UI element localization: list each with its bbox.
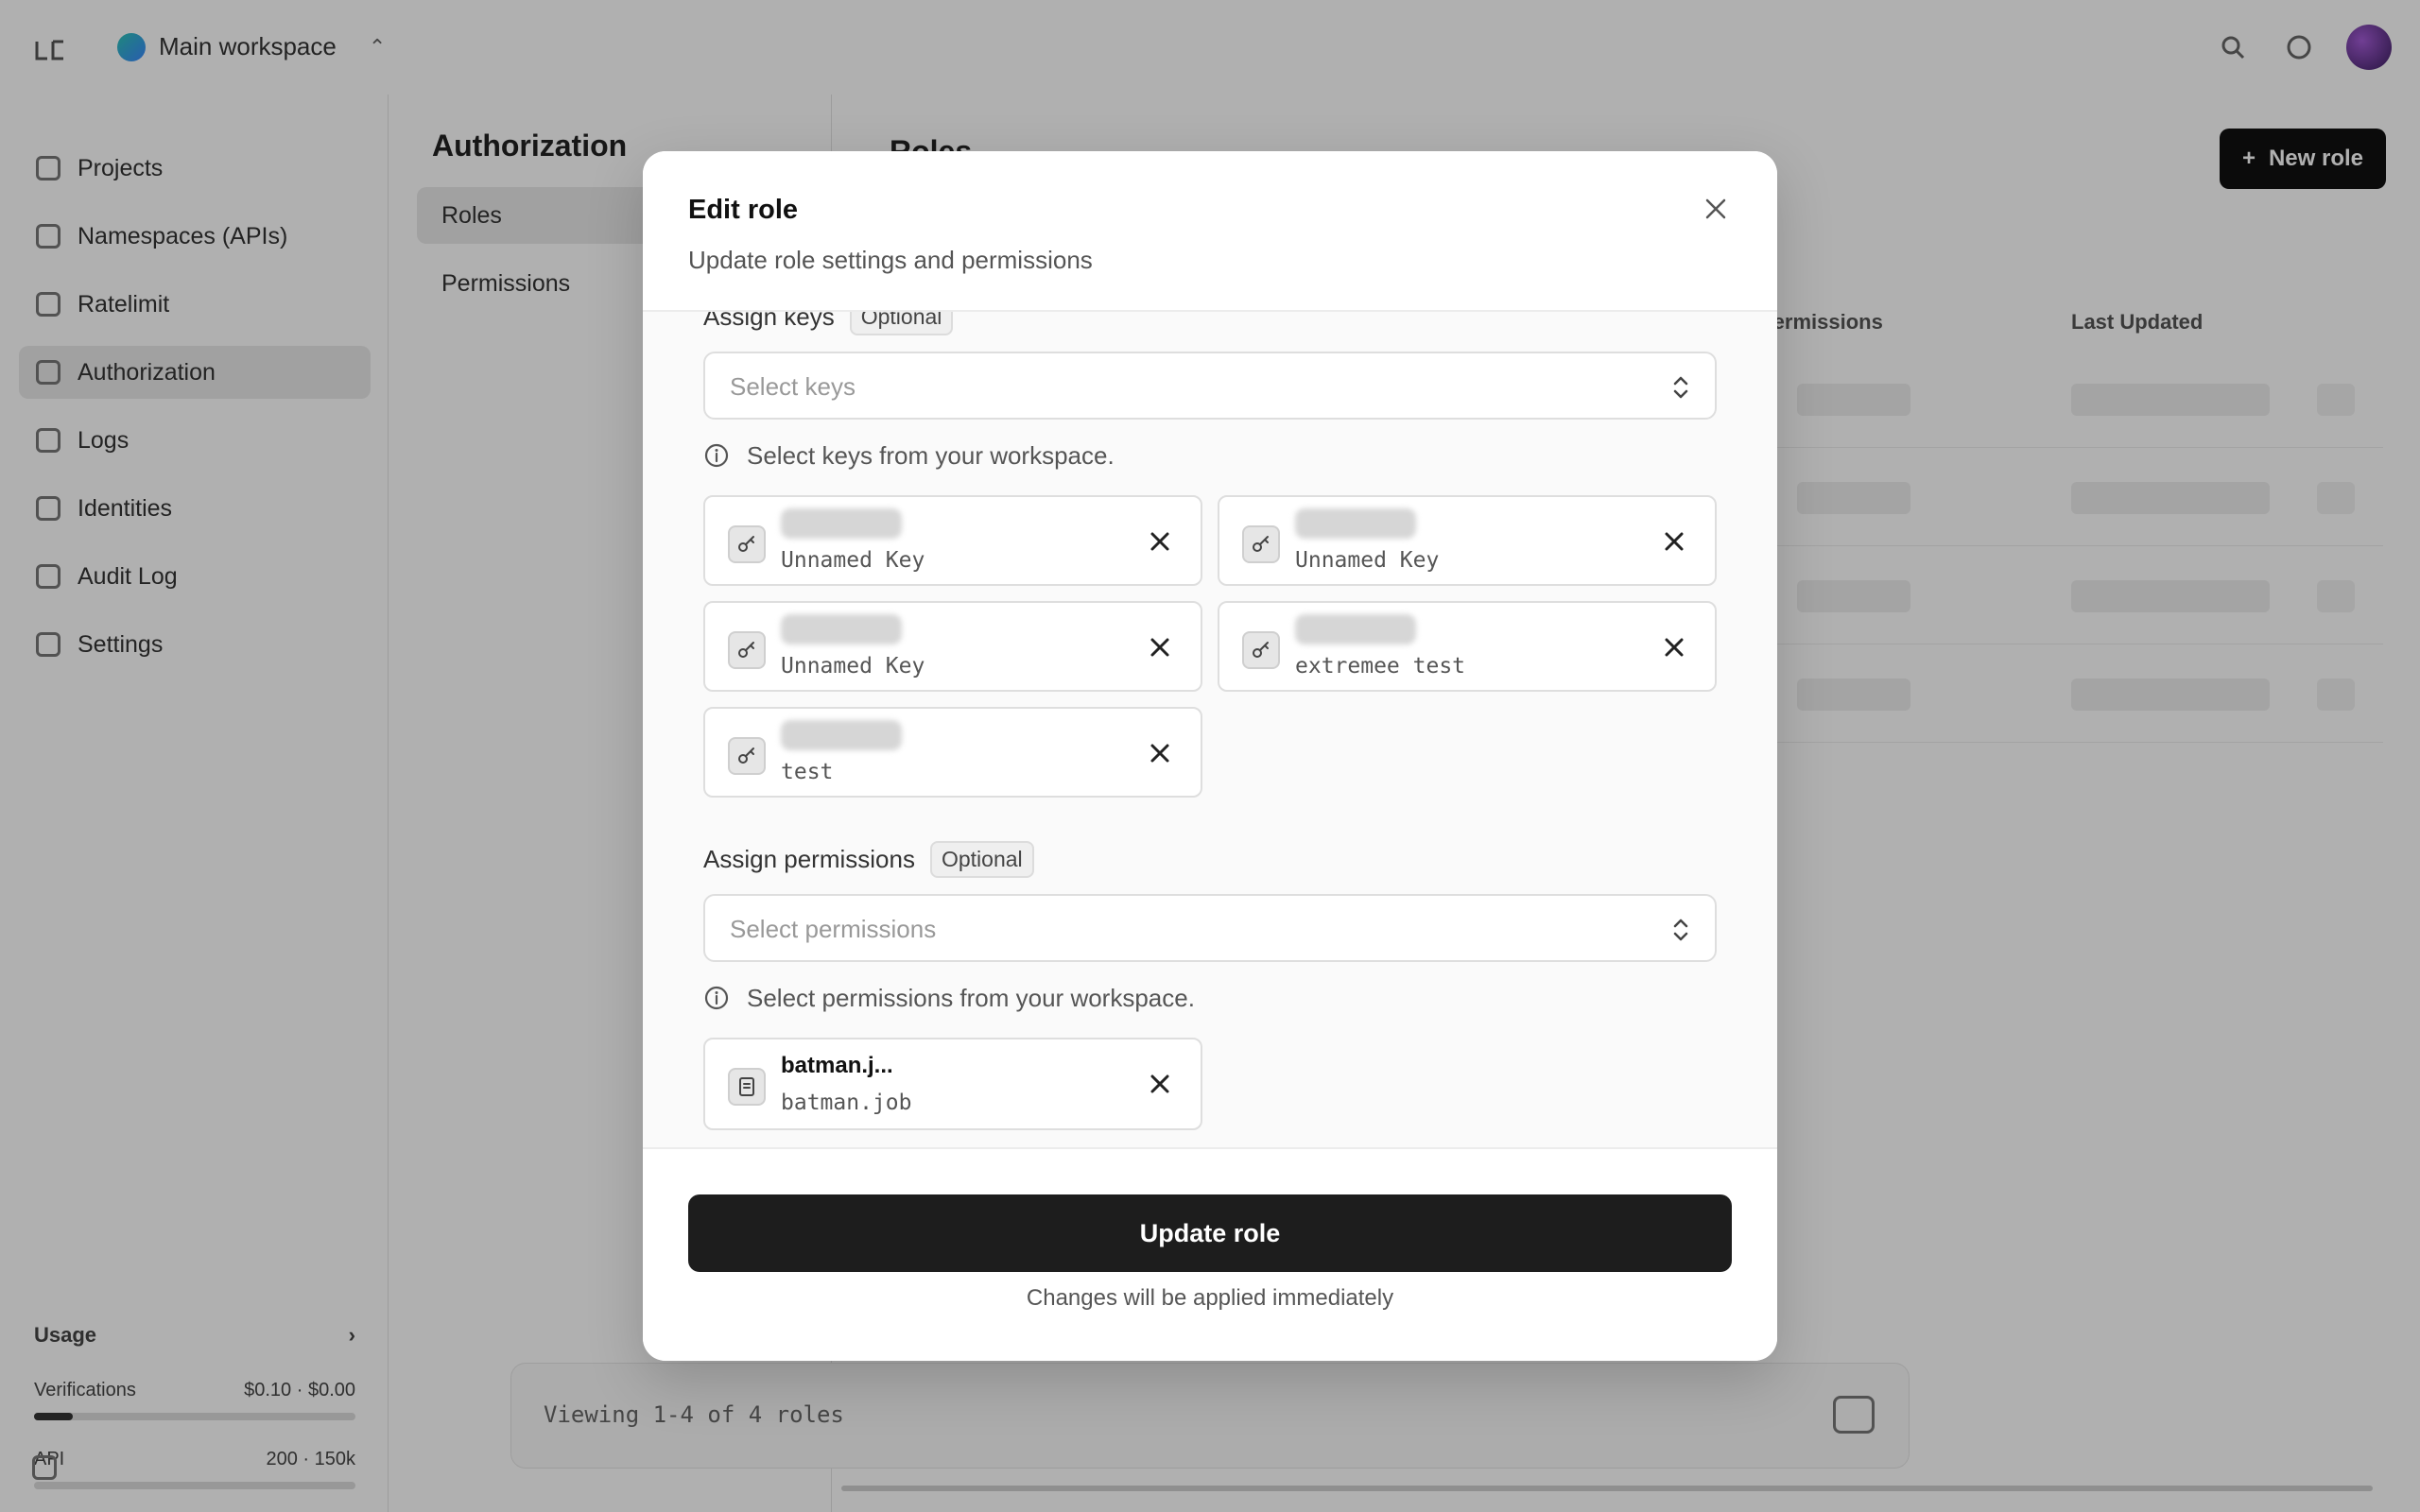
redacted-key-id <box>1295 614 1416 644</box>
key-icon <box>1242 631 1280 669</box>
key-name: extremee test <box>1295 654 1466 679</box>
footer-note: Changes will be applied immediately <box>1026 1285 1394 1311</box>
remove-key-x-icon[interactable] <box>1146 633 1174 662</box>
dialog-title: Edit role <box>688 195 799 225</box>
dialog-header: Edit role Update role settings and permi… <box>643 151 1777 312</box>
permissions-select-placeholder: Select permissions <box>730 915 937 943</box>
redacted-key-id <box>1295 508 1416 539</box>
redacted-key-id <box>781 720 902 750</box>
hint-text: Select permissions from your workspace. <box>747 983 1195 1012</box>
selected-permission-chip: batman.j... batman.job <box>703 1038 1202 1130</box>
selected-keys-list: Unnamed Key Unnamed Key Unnamed Key extr… <box>703 495 1717 798</box>
key-icon <box>728 737 766 775</box>
selected-key-chip: test <box>703 707 1202 798</box>
footer-divider <box>643 1147 1777 1149</box>
key-icon <box>1242 525 1280 563</box>
selected-permissions-list: batman.j... batman.job <box>703 1038 1717 1130</box>
redacted-key-id <box>781 508 902 539</box>
key-name: Unnamed Key <box>781 654 925 679</box>
key-icon <box>728 525 766 563</box>
optional-badge: Optional <box>929 840 1034 878</box>
remove-permission-x-icon[interactable] <box>1146 1070 1174 1098</box>
redacted-key-id <box>781 614 902 644</box>
key-name: Unnamed Key <box>1295 548 1440 573</box>
remove-key-x-icon[interactable] <box>1146 527 1174 556</box>
key-icon <box>728 631 766 669</box>
keys-select[interactable]: Select keys <box>703 352 1717 420</box>
assign-keys-label: Assign keys Optional <box>703 312 1717 340</box>
field-label-text: Assign keys <box>703 312 835 331</box>
optional-badge: Optional <box>849 312 954 335</box>
assign-permissions-label: Assign permissions Optional <box>703 835 1717 883</box>
info-icon <box>703 985 730 1011</box>
selected-key-chip: Unnamed Key <box>703 495 1202 586</box>
keys-hint: Select keys from your workspace. <box>703 437 1717 474</box>
edit-role-dialog: Edit role Update role settings and permi… <box>643 151 1777 1361</box>
key-name: Unnamed Key <box>781 548 925 573</box>
dialog-subtitle: Update role settings and permissions <box>688 246 1093 274</box>
remove-key-x-icon[interactable] <box>1660 527 1688 556</box>
hint-text: Select keys from your workspace. <box>747 440 1115 470</box>
permissions-select[interactable]: Select permissions <box>703 894 1717 962</box>
key-name: test <box>781 760 834 784</box>
selected-key-chip: Unnamed Key <box>703 601 1202 692</box>
info-icon <box>703 442 730 469</box>
field-label-text: Assign permissions <box>703 844 915 873</box>
document-icon <box>728 1068 766 1106</box>
permission-title: batman.j... <box>781 1053 893 1078</box>
chevrons-updown-icon <box>1669 915 1692 945</box>
chevrons-updown-icon <box>1669 372 1692 403</box>
keys-select-placeholder: Select keys <box>730 372 856 401</box>
update-role-button[interactable]: Update role <box>688 1194 1732 1272</box>
selected-key-chip: Unnamed Key <box>1218 495 1717 586</box>
permission-name: batman.job <box>781 1091 912 1115</box>
permissions-hint: Select permissions from your workspace. <box>703 979 1717 1017</box>
selected-key-chip: extremee test <box>1218 601 1717 692</box>
remove-key-x-icon[interactable] <box>1146 739 1174 767</box>
close-icon[interactable] <box>1700 193 1732 225</box>
remove-key-x-icon[interactable] <box>1660 633 1688 662</box>
